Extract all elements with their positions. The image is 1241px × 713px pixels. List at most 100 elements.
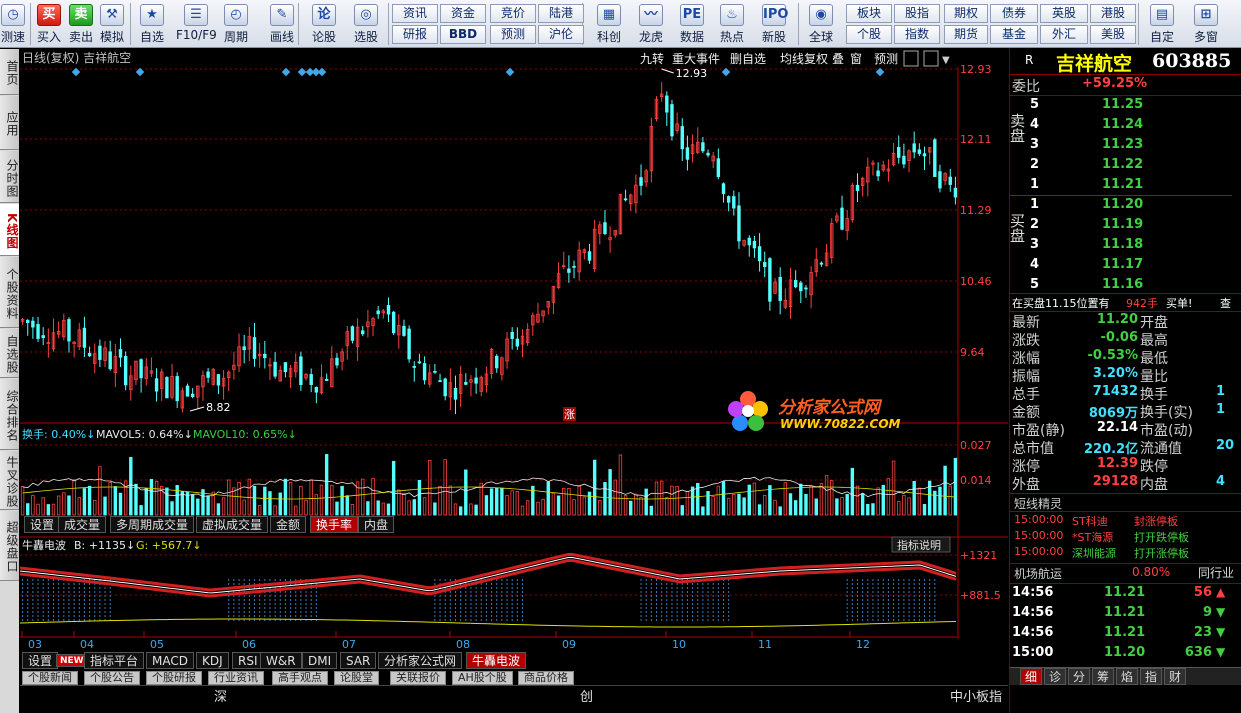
- lock-icon[interactable]: [903, 50, 919, 67]
- quick-link-row2-1[interactable]: BBD: [440, 25, 486, 44]
- kline-chart-svg[interactable]: 日线(复权) 吉祥航空 九转 重大事件 删自选 均线 复权叠窗预测 ▼ 12.93 12.11 1…: [19, 49, 1008, 685]
- toolbar-button-8[interactable]: 论论股: [306, 2, 342, 46]
- quick-link-9[interactable]: 港股: [1090, 4, 1136, 23]
- indicator-tab-0[interactable]: 设置: [22, 652, 59, 669]
- toolbar-button-14[interactable]: IPO 新股: [756, 2, 792, 46]
- event-diamond-icon[interactable]: [281, 67, 291, 77]
- news-tab-3[interactable]: 行业资讯: [208, 671, 264, 685]
- chart-header-button-1[interactable]: 重大事件: [672, 52, 720, 66]
- quick-link-0[interactable]: 资讯: [392, 4, 438, 23]
- vol-tab-4[interactable]: 金额: [270, 516, 307, 533]
- quote-tab-6[interactable]: 财: [1164, 668, 1186, 685]
- toolbar-button-15[interactable]: ◉ 全球: [802, 2, 840, 46]
- toolbar-button-4[interactable]: ★ 自选: [134, 2, 170, 46]
- toolbar-button-0[interactable]: ◷ 测速: [0, 2, 26, 46]
- quick-link-row2-4[interactable]: 个股: [846, 25, 892, 44]
- left-tab-2[interactable]: 分时图: [0, 151, 19, 203]
- quick-link-row2-3[interactable]: 沪伦: [538, 25, 584, 44]
- quote-tab-3[interactable]: 筹: [1092, 668, 1114, 685]
- indicator-tab-2[interactable]: 指标平台: [84, 652, 145, 669]
- quick-link-row2-5[interactable]: 指数: [894, 25, 940, 44]
- window-icon[interactable]: [923, 50, 939, 67]
- quick-link-4[interactable]: 板块: [846, 4, 892, 23]
- quote-tab-2[interactable]: 分: [1068, 668, 1090, 685]
- status-item-0[interactable]: 深: [214, 686, 227, 705]
- toolbar-button-12[interactable]: PE 数据: [674, 2, 710, 46]
- toolbar-button-13[interactable]: ♨ 热点: [714, 2, 750, 46]
- indicator-tab-6[interactable]: W&R: [260, 652, 302, 669]
- indicator-tab-1[interactable]: NEW: [56, 654, 88, 667]
- indicator-tab-8[interactable]: SAR: [340, 652, 377, 669]
- vol-tab-1[interactable]: 成交量: [58, 516, 107, 533]
- event-diamond-icon[interactable]: [317, 67, 327, 77]
- vol-tab-3[interactable]: 虚拟成交量: [196, 516, 269, 533]
- indicator-tab-9[interactable]: 分析家公式网: [378, 652, 463, 669]
- chart-header-button-6[interactable]: 窗: [850, 52, 862, 66]
- news-tab-4[interactable]: 高手观点: [272, 671, 328, 685]
- quote-tab-1[interactable]: 诊: [1044, 668, 1066, 685]
- chart-header-button-2[interactable]: 删自选: [730, 52, 766, 66]
- vol-tab-5[interactable]: 换手率: [310, 516, 359, 533]
- vol-tab-0[interactable]: 设置: [24, 516, 61, 533]
- quick-link-row2-9[interactable]: 美股: [1090, 25, 1136, 44]
- quote-tab-5[interactable]: 指: [1140, 668, 1162, 685]
- quick-link-row2-2[interactable]: 预测: [490, 25, 536, 44]
- news-tab-8[interactable]: 商品价格: [518, 671, 574, 685]
- news-tab-6[interactable]: 关联报价: [390, 671, 446, 685]
- news-tab-1[interactable]: 个股公告: [84, 671, 140, 685]
- indicator-tab-3[interactable]: MACD: [146, 652, 194, 669]
- quick-link-5[interactable]: 股指: [894, 4, 940, 23]
- left-tab-4[interactable]: 个股资料: [0, 257, 19, 328]
- vol-tab-6[interactable]: 内盘: [358, 516, 395, 533]
- chart-header-button-3[interactable]: 均线: [780, 52, 804, 66]
- event-diamond-icon[interactable]: [505, 67, 515, 77]
- chevron-down-icon[interactable]: ▼: [942, 55, 950, 66]
- left-tab-8[interactable]: 超级盘口: [0, 511, 19, 581]
- same-industry-button[interactable]: 同行业: [1198, 564, 1234, 581]
- quick-link-2[interactable]: 竞价: [490, 4, 536, 23]
- indicator-tab-7[interactable]: DMI: [302, 652, 338, 669]
- left-tab-7[interactable]: 牛叉诊股: [0, 451, 19, 510]
- indicator-help-button[interactable]: 指标说明: [891, 536, 951, 553]
- left-tab-6[interactable]: 综合排名: [0, 379, 19, 450]
- status-item-1[interactable]: 创: [580, 686, 593, 705]
- indicator-tab-5[interactable]: RSI: [232, 652, 264, 669]
- news-tab-5[interactable]: 论股堂: [334, 671, 379, 685]
- toolbar-button-2[interactable]: 卖卖出: [66, 2, 96, 46]
- toolbar-button-17[interactable]: ⊞ 多窗: [1186, 2, 1226, 46]
- quick-link-row2-0[interactable]: 研报: [392, 25, 438, 44]
- indicator-tab-4[interactable]: KDJ: [196, 652, 229, 669]
- quick-link-row2-8[interactable]: 外汇: [1040, 25, 1088, 44]
- chart-header-button-5[interactable]: 叠: [832, 52, 844, 66]
- kline-chart-area[interactable]: 日线(复权) 吉祥航空 九转 重大事件 删自选 均线 复权叠窗预测 ▼ 12.93 12.11 1…: [19, 49, 1008, 685]
- news-tab-7[interactable]: AH股个股: [452, 671, 513, 685]
- toolbar-button-7[interactable]: ✎ 画线: [264, 2, 300, 46]
- event-diamond-icon[interactable]: [71, 67, 81, 77]
- news-tab-2[interactable]: 个股研报: [146, 671, 202, 685]
- toolbar-button-5[interactable]: ☰ F10/F9: [176, 2, 217, 46]
- chart-header-button-4[interactable]: 复权: [804, 52, 828, 66]
- event-diamond-icon[interactable]: [297, 67, 307, 77]
- toolbar-button-1[interactable]: 买买入: [34, 2, 64, 46]
- event-diamond-icon[interactable]: [135, 67, 145, 77]
- quick-link-row2-7[interactable]: 基金: [990, 25, 1038, 44]
- toolbar-button-3[interactable]: ⚒ 模拟: [96, 2, 128, 46]
- left-tab-5[interactable]: 自选股: [0, 329, 19, 378]
- quick-link-3[interactable]: 陆港: [538, 4, 584, 23]
- left-tab-0[interactable]: 首页: [0, 49, 19, 95]
- quote-tab-0[interactable]: 细: [1020, 668, 1042, 685]
- left-tab-3[interactable]: K线图: [0, 204, 19, 256]
- quick-link-row2-6[interactable]: 期货: [944, 25, 988, 44]
- status-item-2[interactable]: 中小板指: [950, 686, 1002, 705]
- event-diamond-icon[interactable]: [721, 67, 731, 77]
- toolbar-button-6[interactable]: ◴ 周期: [219, 2, 253, 46]
- quote-tab-4[interactable]: 焰: [1116, 668, 1138, 685]
- vol-tab-2[interactable]: 多周期成交量: [110, 516, 195, 533]
- toolbar-button-10[interactable]: ▦ 科创: [590, 2, 628, 46]
- toolbar-button-11[interactable]: 〰龙虎: [634, 2, 668, 46]
- chart-header-button-7[interactable]: 预测: [874, 52, 898, 66]
- quick-link-8[interactable]: 英股: [1040, 4, 1088, 23]
- indicator-tab-10[interactable]: 牛轟电波: [466, 652, 527, 669]
- left-tab-1[interactable]: 应用: [0, 96, 19, 150]
- event-diamond-icon[interactable]: [875, 67, 885, 77]
